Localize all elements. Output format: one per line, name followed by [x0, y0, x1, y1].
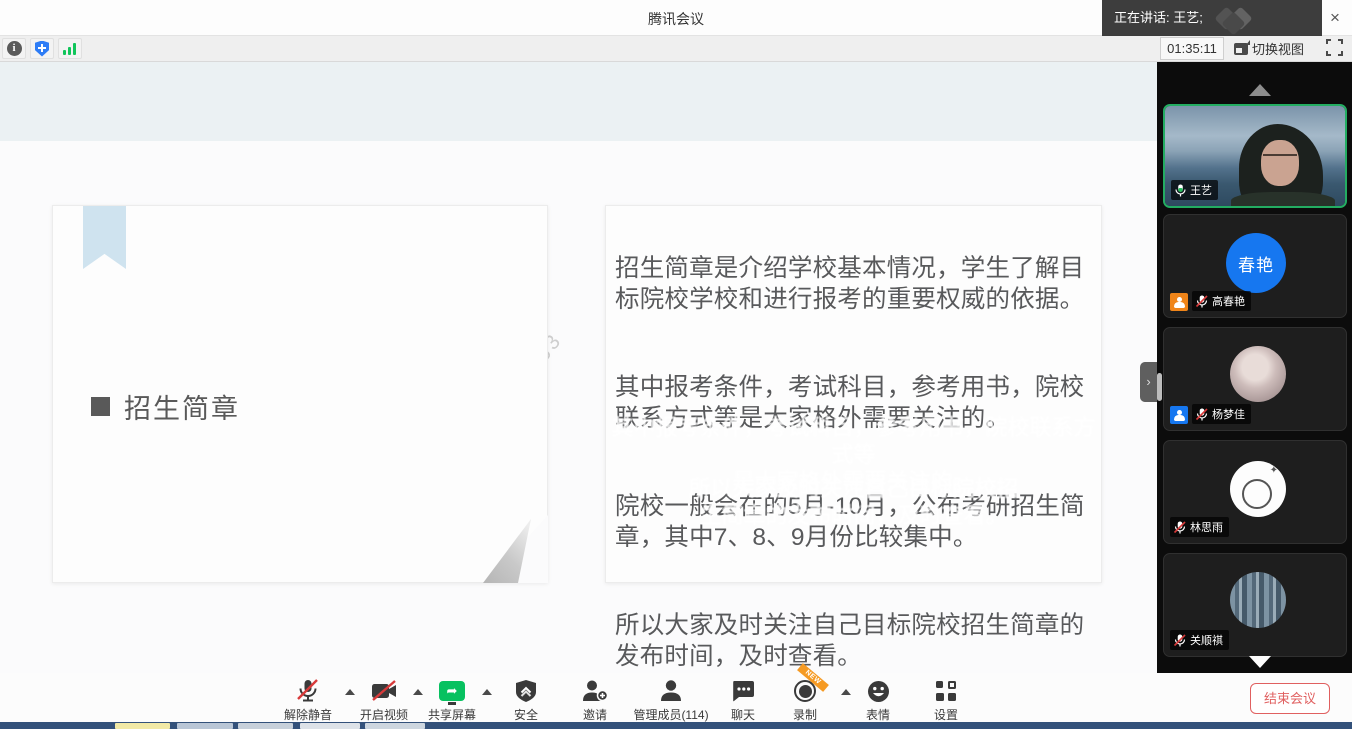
member-badge	[1170, 406, 1188, 424]
smiley-icon	[867, 679, 890, 703]
taskbar-window[interactable]	[238, 723, 293, 729]
security-label: 安全	[514, 706, 538, 723]
share-options-caret[interactable]	[482, 689, 492, 695]
meeting-security-button[interactable]	[30, 38, 54, 59]
meeting-window: 腾讯会议 正在讲话: 王艺; × i 01:35:11 切换视图	[0, 0, 1352, 729]
start-video-button[interactable]: 开启视频	[348, 679, 420, 723]
slide-paragraph-4: 所以大家及时关注自己目标院校招生简章的 发布时间，及时查看。	[615, 610, 1097, 672]
security-button[interactable]: 安全	[496, 679, 556, 723]
avatar: 春艳	[1226, 233, 1286, 293]
square-bullet-icon	[91, 397, 110, 416]
emoji-button[interactable]: 表情	[850, 679, 906, 723]
slide-top-band	[0, 62, 1157, 141]
bookmark-ribbon-icon	[83, 206, 126, 269]
slide-card-body: 招生简章是介绍学校基本情况，学生了解目 标院校学校和进行报考的重要权威的依据。 …	[605, 205, 1102, 583]
title-bar: 腾讯会议 正在讲话: 王艺; ×	[0, 0, 1352, 36]
settings-button[interactable]: 设置	[918, 679, 974, 723]
participant-tile[interactable]: 春艳 高春艳	[1163, 214, 1347, 318]
taskbar-window[interactable]	[177, 723, 233, 729]
switch-view-icon	[1234, 43, 1248, 55]
chat-bubble-icon	[731, 679, 755, 703]
speaking-status-text: 正在讲话: 王艺;	[1114, 10, 1203, 25]
avatar	[1230, 572, 1286, 628]
chat-button[interactable]: 聊天	[715, 679, 771, 723]
share-screen-label: 共享屏幕	[428, 706, 476, 723]
switch-view-label: 切换视图	[1252, 39, 1304, 58]
network-quality-button[interactable]	[58, 38, 82, 59]
chat-label: 聊天	[731, 706, 755, 723]
mic-muted-icon	[1174, 521, 1186, 534]
fullscreen-icon[interactable]	[1326, 39, 1343, 56]
meeting-info-button[interactable]: i	[2, 38, 26, 59]
scroll-down-icon[interactable]	[1249, 656, 1271, 668]
taskbar-window[interactable]	[365, 723, 425, 729]
mic-muted-icon	[1196, 408, 1208, 421]
mic-active-icon	[1175, 184, 1186, 197]
participant-name: 林思雨	[1190, 519, 1223, 535]
participant-name: 王艺	[1190, 182, 1212, 198]
os-taskbar-sliver	[0, 722, 1352, 729]
record-button[interactable]: NEW 录制	[776, 679, 834, 723]
share-screen-button[interactable]: ➦ 共享屏幕	[416, 679, 488, 723]
mic-muted-icon	[1196, 295, 1208, 308]
slide-paragraph-3: 院校一般会在的5月-10月，公布考研招生简 章，其中7、8、9月份比较集中。	[615, 491, 1097, 553]
invite-label: 邀请	[583, 706, 607, 723]
participant-tile[interactable]: 林思雨	[1163, 440, 1347, 544]
switch-view-button[interactable]: 切换视图	[1234, 37, 1304, 60]
slide-title: 招生简章	[124, 387, 240, 426]
settings-label: 设置	[934, 706, 958, 723]
meeting-logo-icon	[1210, 6, 1270, 32]
signal-bars-icon	[63, 43, 77, 55]
security-shield-icon	[515, 679, 537, 703]
bottom-toolbar: 解除静音 开启视频 ➦ 共享屏幕	[0, 673, 1352, 722]
camera-off-icon	[371, 679, 397, 703]
manage-members-button[interactable]: 管理成员(114)	[625, 679, 717, 723]
start-video-label: 开启视频	[360, 706, 408, 723]
scroll-up-icon[interactable]	[1249, 84, 1271, 96]
invite-person-icon	[582, 679, 608, 703]
participant-name: 关顺祺	[1190, 632, 1223, 648]
slide-paragraph-2: 其中报考条件，考试科目，参考用书，院校 联系方式等是大家格外需要关注的。	[615, 372, 1097, 434]
end-meeting-button[interactable]: 结束会议	[1250, 683, 1330, 714]
slide-body-text: 招生简章是介绍学校基本情况，学生了解目 标院校学校和进行报考的重要权威的依据。 …	[615, 222, 1097, 729]
record-label: 录制	[793, 706, 817, 723]
speaking-status: 正在讲话: 王艺;	[1102, 0, 1322, 36]
settings-grid-icon	[936, 681, 956, 701]
taskbar-window-active[interactable]	[115, 723, 170, 729]
shared-screen-area: +8613522263 26 招生简章 招生简章是介绍学校基本情况，学生了解目 …	[0, 62, 1157, 729]
share-screen-icon: ➦	[439, 681, 465, 701]
members-person-icon	[659, 679, 683, 703]
participant-name: 高春艳	[1212, 293, 1245, 309]
participant-tile[interactable]: 关顺祺	[1163, 553, 1347, 657]
hand-raised-badge	[1170, 293, 1188, 311]
participant-tile[interactable]: 王艺	[1163, 104, 1347, 208]
mic-muted-icon	[1174, 634, 1186, 647]
avatar	[1230, 346, 1286, 402]
status-bar: i 01:35:11 切换视图	[0, 36, 1352, 62]
taskbar-window[interactable]	[300, 723, 360, 729]
close-icon[interactable]: ×	[1322, 6, 1348, 30]
meeting-timer: 01:35:11	[1160, 37, 1224, 60]
info-icon: i	[7, 41, 22, 56]
microphone-muted-icon	[297, 679, 319, 703]
participant-name: 杨梦佳	[1212, 406, 1245, 422]
slide-paragraph-1: 招生简章是介绍学校基本情况，学生了解目 标院校学校和进行报考的重要权威的依据。	[615, 253, 1097, 315]
manage-members-label: 管理成员(114)	[633, 706, 708, 723]
emoji-label: 表情	[866, 706, 890, 723]
participants-sidebar: 王艺 春艳 高春艳	[1157, 62, 1352, 673]
unmute-button[interactable]: 解除静音	[272, 679, 344, 723]
unmute-label: 解除静音	[284, 706, 332, 723]
shield-plus-icon	[35, 41, 49, 57]
slide-card-title: 招生简章	[52, 205, 548, 583]
participant-tile[interactable]: 杨梦佳	[1163, 327, 1347, 431]
invite-button[interactable]: 邀请	[565, 679, 625, 723]
sidebar-scrollbar[interactable]	[1157, 373, 1162, 401]
avatar	[1230, 461, 1286, 517]
sidebar-collapse-handle[interactable]: ›	[1140, 362, 1157, 402]
